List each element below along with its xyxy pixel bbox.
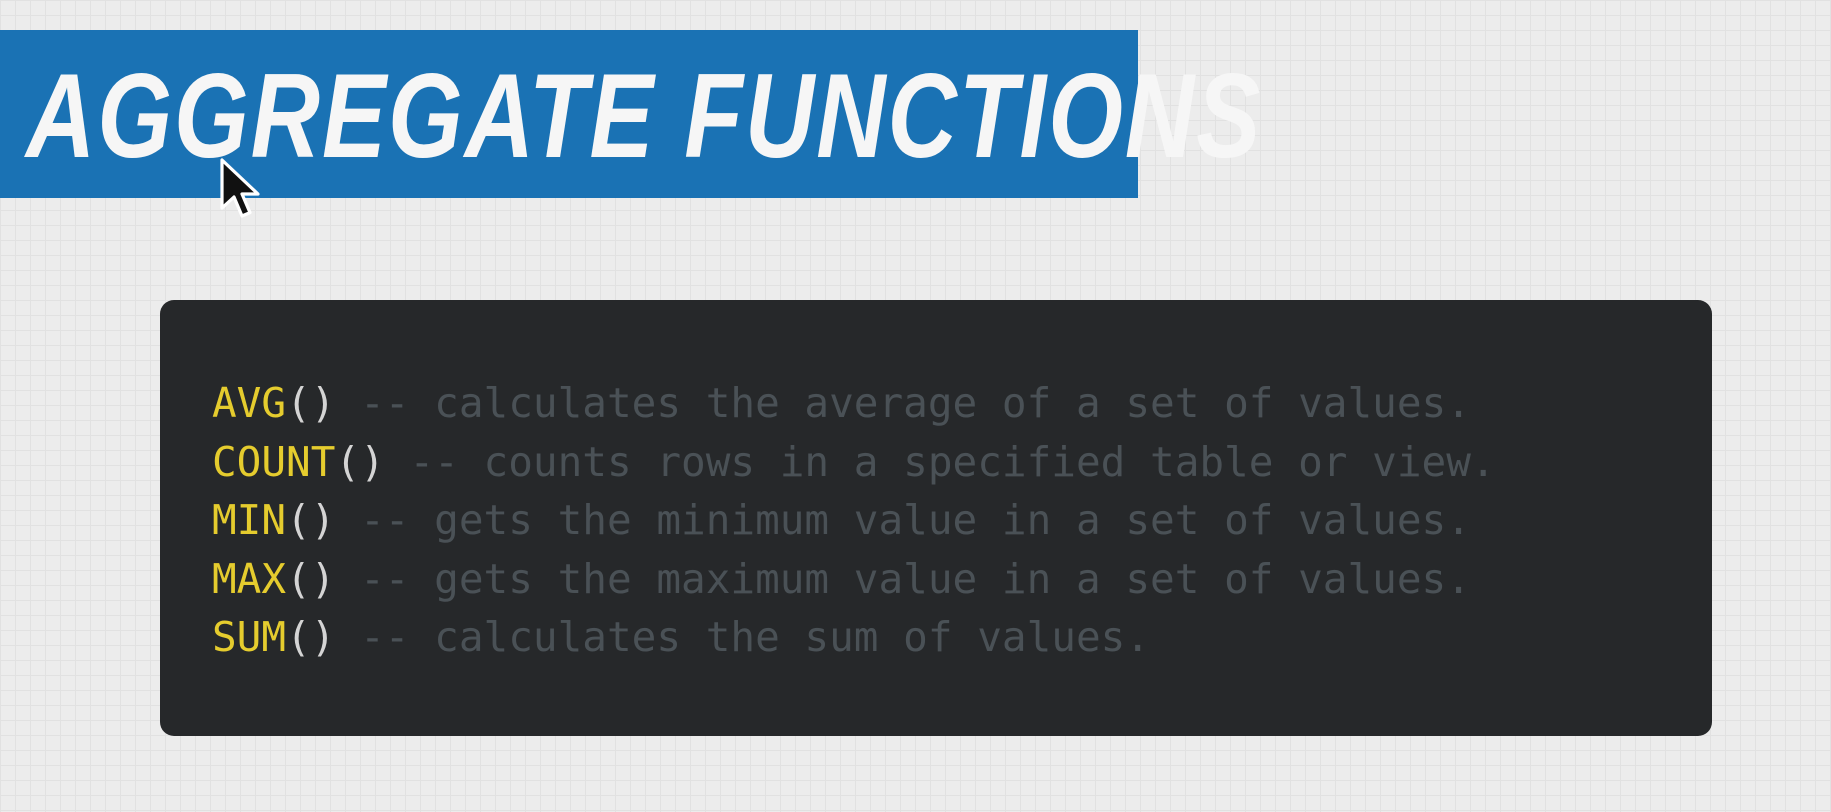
code-panel: AVG() -- calculates the average of a set… <box>160 300 1712 736</box>
function-parens: () <box>286 496 336 544</box>
function-name: MAX <box>212 554 287 603</box>
page-title: AGGREGATE FUNCTIONS <box>26 49 1263 184</box>
code-line-sum: SUM() -- calculates the sum of values. <box>212 608 1712 667</box>
code-line-min: MIN() -- gets the minimum value in a set… <box>212 491 1712 550</box>
function-parens: () <box>286 379 336 427</box>
title-banner: AGGREGATE FUNCTIONS <box>0 30 1260 198</box>
function-comment: -- gets the maximum value in a set of va… <box>335 554 1471 603</box>
function-name: SUM <box>212 613 287 661</box>
function-name: COUNT <box>212 437 336 486</box>
function-name: MIN <box>212 496 287 544</box>
mouse-cursor-icon <box>220 158 260 218</box>
function-name: AVG <box>212 379 287 427</box>
function-parens: () <box>286 554 336 603</box>
function-comment: -- calculates the average of a set of va… <box>335 379 1471 427</box>
code-line-max: MAX() -- gets the maximum value in a set… <box>212 550 1712 609</box>
function-comment: -- calculates the sum of values. <box>335 613 1151 661</box>
function-comment: -- counts rows in a specified table or v… <box>384 437 1496 486</box>
function-parens: () <box>286 613 336 661</box>
code-line-count: COUNT() -- counts rows in a specified ta… <box>212 433 1712 492</box>
function-parens: () <box>335 437 385 486</box>
code-line-avg: AVG() -- calculates the average of a set… <box>212 374 1712 433</box>
function-comment: -- gets the minimum value in a set of va… <box>335 496 1471 544</box>
